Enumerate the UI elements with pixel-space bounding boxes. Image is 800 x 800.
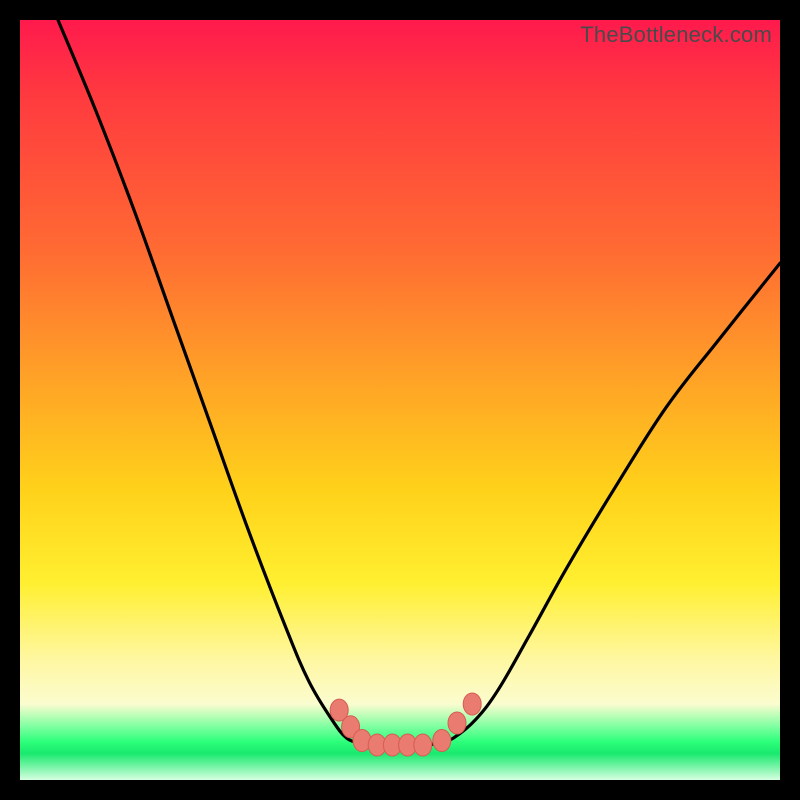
trough-marker: [448, 712, 466, 734]
curve-right-branch: [438, 263, 780, 743]
frame-border: [0, 0, 20, 800]
frame-border: [0, 780, 800, 800]
trough-marker: [433, 729, 451, 751]
curve-paths: [58, 20, 780, 745]
attribution-label: TheBottleneck.com: [580, 22, 772, 48]
trough-markers: [330, 693, 481, 756]
plot-area: TheBottleneck.com: [20, 20, 780, 780]
frame-border: [780, 0, 800, 800]
curve-left-branch: [58, 20, 362, 744]
trough-marker: [463, 693, 481, 715]
outer-frame: TheBottleneck.com: [0, 0, 800, 800]
bottleneck-curve: [20, 20, 780, 780]
trough-marker: [414, 734, 432, 756]
frame-border: [0, 0, 800, 20]
